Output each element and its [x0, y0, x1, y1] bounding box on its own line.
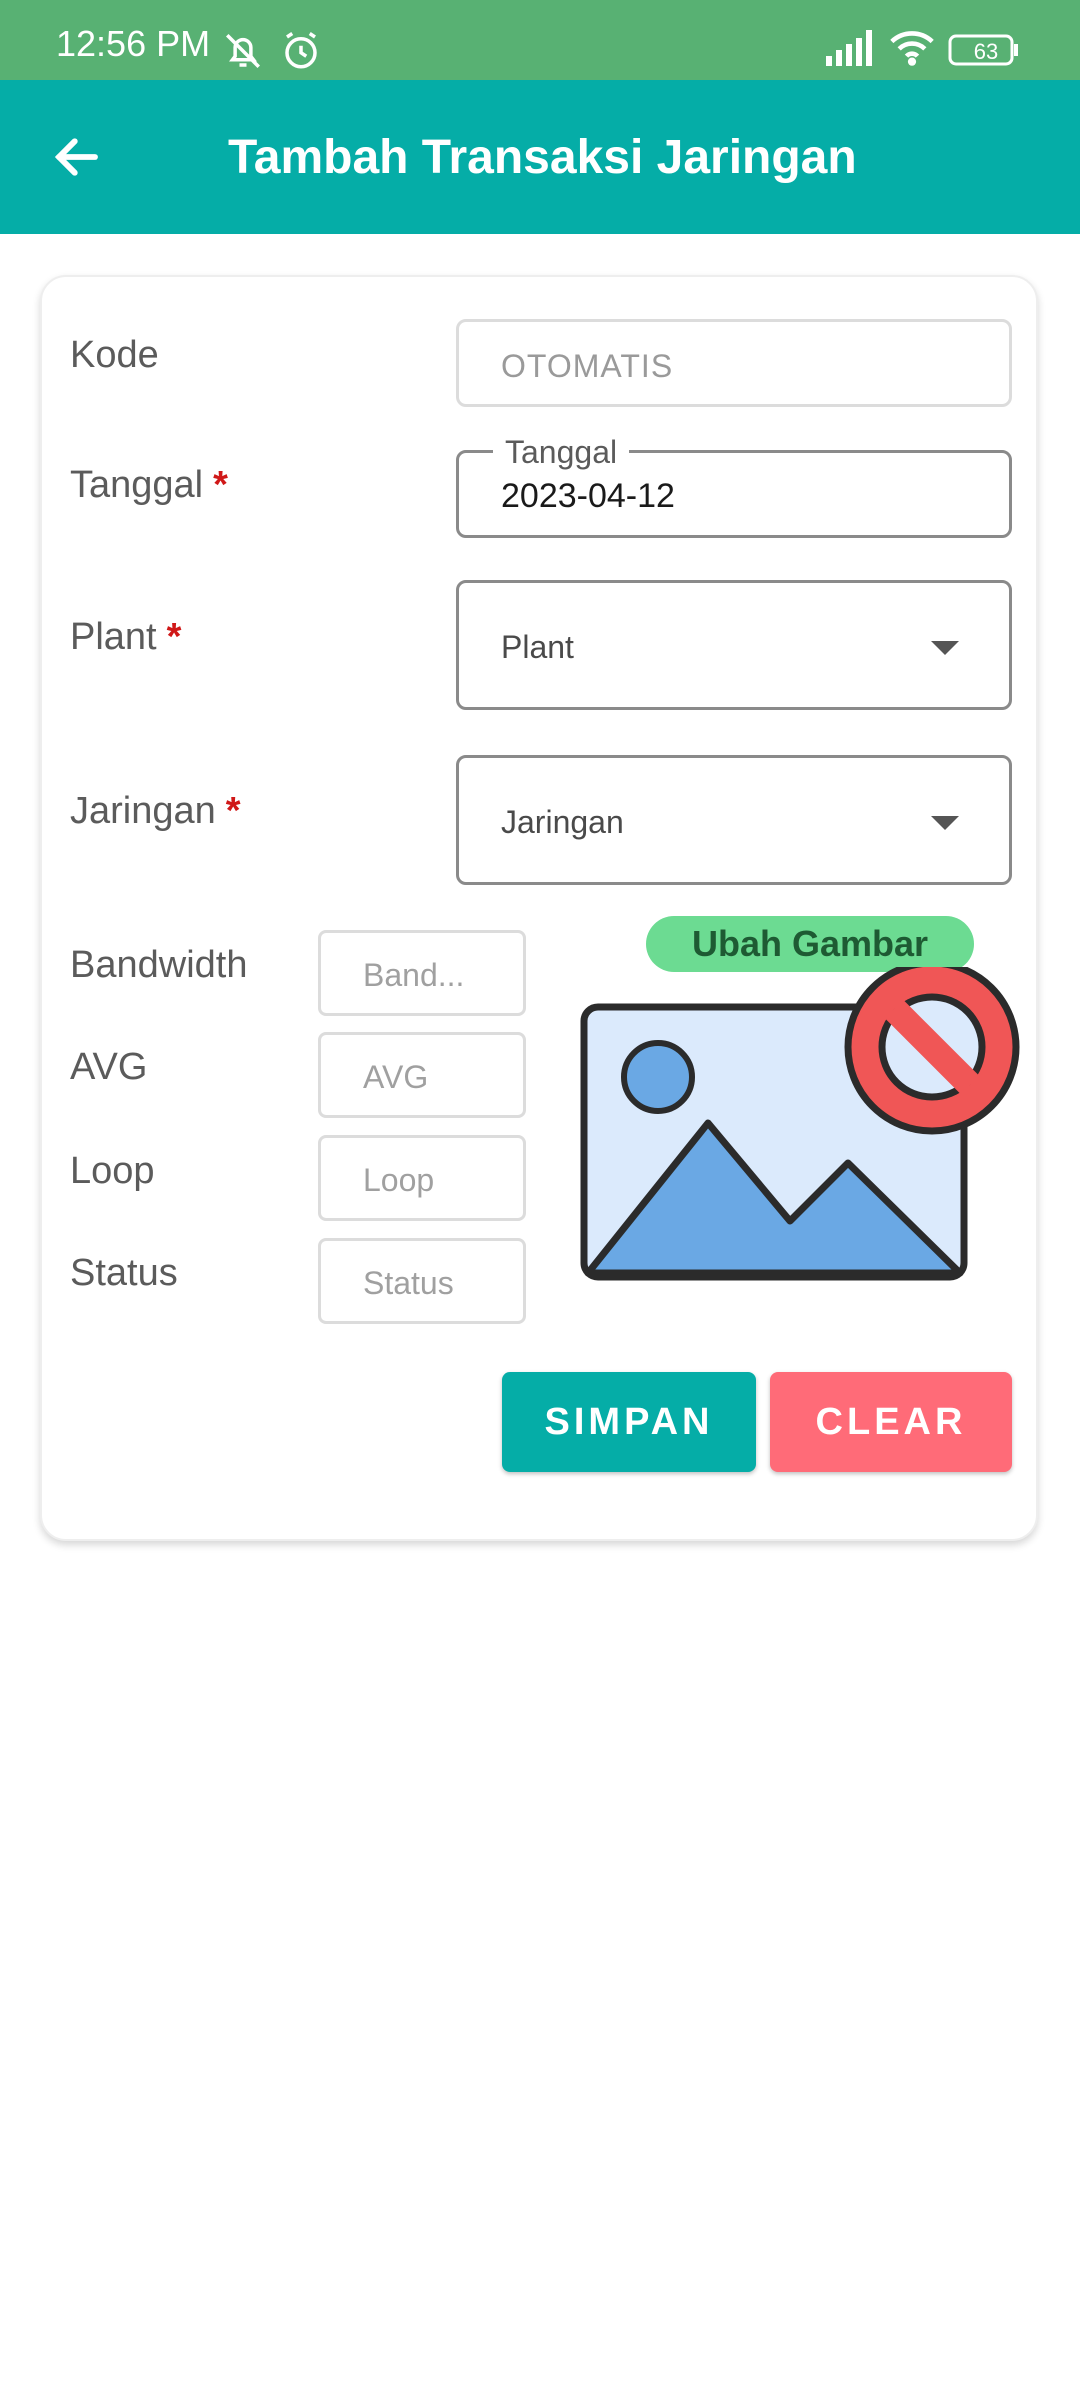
- required-mark: *: [213, 464, 228, 506]
- status-input[interactable]: Status: [318, 1238, 526, 1324]
- avg-placeholder: AVG: [363, 1059, 429, 1095]
- chevron-down-icon: [931, 816, 959, 830]
- bell-off-icon: [222, 30, 264, 77]
- required-mark: *: [166, 616, 182, 658]
- status-time: 12:56 PM: [56, 23, 211, 64]
- tanggal-field-legend: Tanggal: [493, 435, 630, 469]
- kode-placeholder: OTOMATIS: [501, 348, 674, 384]
- required-mark: *: [225, 790, 241, 832]
- kode-field: OTOMATIS: [456, 319, 1012, 407]
- app-bar: Tambah Transaksi Jaringan: [0, 80, 1080, 234]
- wifi-icon: [890, 28, 934, 71]
- status-bar: 12:56 PM 63: [0, 0, 1080, 80]
- plant-dropdown[interactable]: Plant: [456, 580, 1012, 710]
- plant-label-text: Plant: [70, 616, 157, 658]
- arrow-left-icon[interactable]: [50, 130, 104, 184]
- status-label: Status: [70, 1252, 178, 1294]
- bandwidth-placeholder: Band...: [363, 957, 465, 993]
- chevron-down-icon: [931, 641, 959, 655]
- change-image-button[interactable]: Ubah Gambar: [646, 916, 974, 972]
- status-placeholder: Status: [363, 1265, 454, 1301]
- clear-button[interactable]: CLEAR: [770, 1372, 1012, 1472]
- avg-input[interactable]: AVG: [318, 1032, 526, 1118]
- bandwidth-label: Bandwidth: [70, 944, 248, 986]
- jaringan-dropdown[interactable]: Jaringan: [456, 755, 1012, 885]
- kode-label: Kode: [70, 334, 159, 376]
- avg-label: AVG: [70, 1046, 148, 1088]
- tanggal-value: 2023-04-12: [501, 477, 675, 515]
- loop-label: Loop: [70, 1150, 155, 1192]
- tanggal-label-text: Tanggal: [70, 464, 204, 506]
- loop-input[interactable]: Loop: [318, 1135, 526, 1221]
- battery-level: 63: [973, 39, 999, 64]
- bandwidth-input[interactable]: Band...: [318, 930, 526, 1016]
- save-button[interactable]: SIMPAN: [502, 1372, 756, 1472]
- alarm-icon: [280, 30, 322, 77]
- plant-selected: Plant: [501, 629, 574, 665]
- page-title: Tambah Transaksi Jaringan: [228, 131, 857, 184]
- tanggal-label: Tanggal *: [70, 463, 228, 507]
- loop-placeholder: Loop: [363, 1162, 435, 1198]
- form-card: Kode OTOMATIS Tanggal * Tanggal 2023-04-1…: [40, 275, 1038, 1541]
- jaringan-selected: Jaringan: [501, 804, 624, 840]
- jaringan-label-text: Jaringan: [70, 790, 216, 832]
- jaringan-label: Jaringan *: [70, 789, 241, 833]
- plant-label: Plant *: [70, 615, 181, 659]
- tanggal-date-field[interactable]: Tanggal 2023-04-12: [456, 435, 1012, 538]
- no-image-icon[interactable]: [576, 959, 1026, 1307]
- signal-icon: [826, 30, 876, 71]
